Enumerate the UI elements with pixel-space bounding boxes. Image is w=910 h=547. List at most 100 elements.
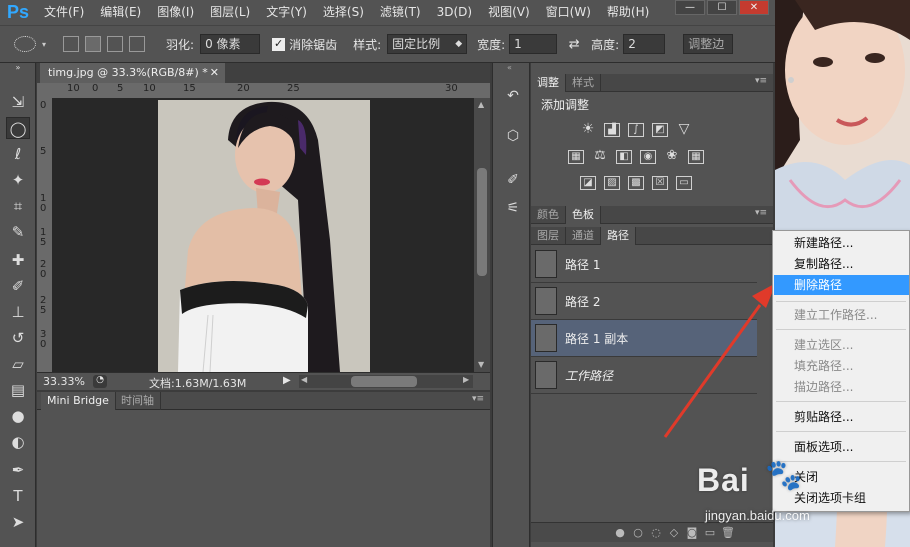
tab-channels[interactable]: 通道 — [566, 227, 601, 245]
intersect-selection-icon[interactable] — [129, 36, 146, 52]
make-work-path-icon[interactable]: ◇ — [665, 526, 683, 539]
channel-mixer-icon[interactable]: ❀ — [664, 149, 680, 164]
height-input[interactable]: 2 — [623, 34, 666, 54]
load-selection-icon[interactable]: ◌ — [647, 526, 665, 539]
path-row[interactable]: 路径 2 — [531, 283, 757, 320]
menu-file[interactable]: 文件(F) — [36, 0, 92, 25]
eyedropper-tool-icon[interactable]: ✎ — [6, 221, 30, 243]
tab-paths[interactable]: 路径 — [601, 227, 636, 245]
subtract-selection-icon[interactable] — [107, 36, 124, 52]
black-white-icon[interactable]: ◧ — [616, 150, 632, 164]
menu-window[interactable]: 窗口(W) — [538, 0, 599, 25]
close-tab-icon[interactable]: ✕ — [210, 63, 219, 83]
clone-stamp-tool-icon[interactable]: ⊥ — [6, 301, 30, 323]
posterize-icon[interactable]: ▨ — [604, 176, 620, 190]
history-brush-tool-icon[interactable]: ↺ — [6, 327, 30, 349]
antialias-checkbox[interactable]: ✓ — [272, 37, 286, 51]
history-panel-icon[interactable]: ↶ — [502, 85, 524, 107]
close-button[interactable]: ✕ — [739, 0, 769, 15]
menu-3d[interactable]: 3D(D) — [429, 0, 480, 25]
tab-swatches[interactable]: 色板 — [566, 206, 601, 224]
menu-new-path[interactable]: 新建路径... — [774, 233, 909, 253]
healing-brush-tool-icon[interactable]: ✚ — [6, 249, 30, 271]
document-photo[interactable] — [158, 100, 370, 372]
menu-layer[interactable]: 图层(L) — [202, 0, 258, 25]
dodge-tool-icon[interactable]: ◐ — [6, 431, 30, 453]
menu-view[interactable]: 视图(V) — [480, 0, 538, 25]
threshold-icon[interactable]: ▩ — [628, 176, 644, 190]
minimize-button[interactable]: — — [675, 0, 705, 15]
scroll-thumb[interactable] — [477, 168, 487, 276]
style-select[interactable]: 固定比例 ◆ — [387, 34, 468, 54]
stroke-path-icon[interactable]: ○ — [629, 526, 647, 539]
path-row[interactable]: 工作路径 — [531, 357, 757, 394]
color-lookup-icon[interactable]: ▦ — [688, 150, 704, 164]
gradient-map-icon[interactable]: ▭ — [676, 176, 692, 190]
lasso-tool-icon[interactable]: ℓ — [6, 143, 30, 165]
new-selection-icon[interactable] — [63, 36, 80, 52]
menu-type[interactable]: 文字(Y) — [258, 0, 315, 25]
tab-mini-bridge[interactable]: Mini Bridge — [41, 392, 116, 410]
3d-panel-icon[interactable]: ⬡ — [502, 125, 524, 147]
color-balance-icon[interactable]: ⚖ — [592, 149, 608, 164]
path-selection-tool-icon[interactable]: ➤ — [6, 511, 30, 533]
brush-panel-icon[interactable]: ✐ — [502, 169, 524, 191]
h-scroll-thumb[interactable] — [351, 376, 417, 387]
elliptical-marquee-preset-icon[interactable] — [14, 36, 36, 52]
levels-icon[interactable]: ▟ — [604, 123, 620, 137]
menu-edit[interactable]: 编辑(E) — [92, 0, 149, 25]
scroll-right-icon[interactable]: ▶ — [463, 375, 469, 384]
photo-filter-icon[interactable]: ◉ — [640, 150, 656, 164]
brush-tool-icon[interactable]: ✐ — [6, 275, 30, 297]
document-canvas[interactable] — [52, 98, 474, 372]
hue-saturation-icon[interactable]: ▦ — [568, 150, 584, 164]
path-row-selected[interactable]: 路径 1 副本 — [531, 320, 757, 357]
menu-filter[interactable]: 滤镜(T) — [372, 0, 429, 25]
refine-edge-button[interactable]: 调整边 — [683, 34, 734, 54]
properties-panel-icon[interactable]: ⚟ — [502, 197, 524, 219]
curves-icon[interactable]: ∫ — [628, 123, 644, 137]
menu-help[interactable]: 帮助(H) — [599, 0, 657, 25]
scroll-left-icon[interactable]: ◀ — [301, 375, 307, 384]
magic-wand-tool-icon[interactable]: ✦ — [6, 169, 30, 191]
crop-tool-icon[interactable]: ⌗ — [6, 195, 30, 217]
preset-dropdown-icon[interactable]: ▾ — [42, 40, 46, 49]
menu-delete-path[interactable]: 删除路径 — [774, 275, 909, 295]
tab-adjustments[interactable]: 调整 — [531, 74, 566, 92]
menu-select[interactable]: 选择(S) — [315, 0, 372, 25]
status-menu-arrow-icon[interactable]: ▶ — [283, 375, 291, 386]
tab-layers[interactable]: 图层 — [531, 227, 566, 245]
selective-color-icon[interactable]: ☒ — [652, 176, 668, 190]
move-tool-icon[interactable]: ⇲ — [6, 91, 30, 113]
document-tab[interactable]: timg.jpg @ 33.3%(RGB/8#) * ✕ — [40, 63, 225, 83]
horizontal-scrollbar[interactable]: ◀ ▶ — [299, 375, 473, 388]
menu-clipping-path[interactable]: 剪贴路径... — [774, 407, 909, 427]
eraser-tool-icon[interactable]: ▱ — [6, 353, 30, 375]
swap-icon[interactable]: ⇄ — [557, 37, 591, 52]
maximize-button[interactable]: ☐ — [707, 0, 737, 15]
vibrance-icon[interactable]: ▽ — [676, 122, 692, 137]
path-row[interactable]: 路径 1 — [531, 246, 757, 283]
menu-image[interactable]: 图像(I) — [149, 0, 202, 25]
panel-menu-icon[interactable]: ▾≡ — [755, 76, 767, 86]
blur-tool-icon[interactable]: ● — [6, 405, 30, 427]
panel-menu-icon[interactable]: ▾≡ — [472, 394, 484, 404]
collapse-toolbox-icon[interactable]: » — [6, 63, 30, 73]
brightness-contrast-icon[interactable]: ☀ — [580, 122, 596, 137]
menu-duplicate-path[interactable]: 复制路径... — [774, 254, 909, 274]
width-input[interactable]: 1 — [509, 34, 558, 54]
feather-input[interactable]: 0 像素 — [200, 34, 261, 54]
exposure-icon[interactable]: ◩ — [652, 123, 668, 137]
elliptical-marquee-tool-icon[interactable]: ◯ — [6, 117, 30, 139]
fill-path-icon[interactable]: ● — [611, 526, 629, 539]
invert-icon[interactable]: ◪ — [580, 176, 596, 190]
tab-color[interactable]: 颜色 — [531, 206, 566, 224]
collapse-dock-icon[interactable]: « — [507, 63, 512, 72]
zoom-level[interactable]: 33.33% — [43, 375, 85, 388]
type-tool-icon[interactable]: T — [6, 485, 30, 507]
vertical-scrollbar[interactable]: ▲ ▼ — [474, 98, 490, 372]
gradient-tool-icon[interactable]: ▤ — [6, 379, 30, 401]
add-selection-icon[interactable] — [85, 36, 102, 52]
tab-styles[interactable]: 样式 — [566, 74, 601, 92]
pen-tool-icon[interactable]: ✒ — [6, 459, 30, 481]
